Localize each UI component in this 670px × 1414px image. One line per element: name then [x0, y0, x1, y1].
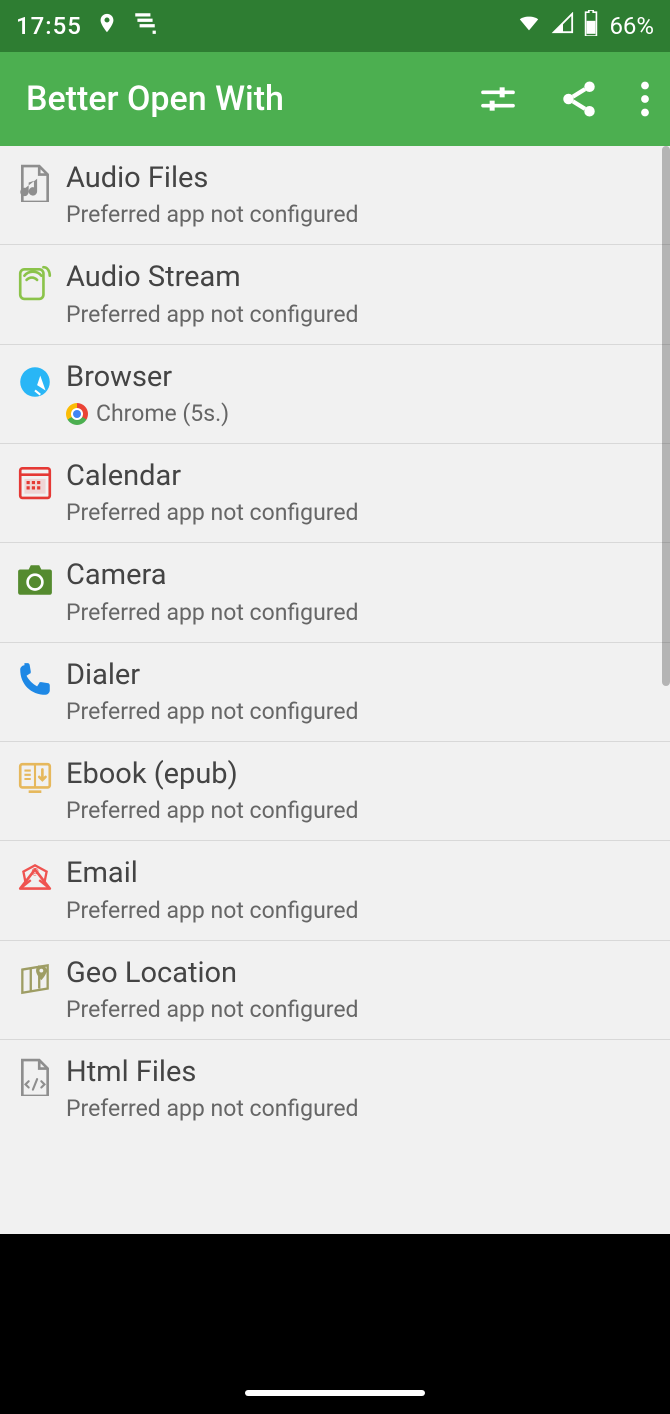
camera-icon	[10, 561, 60, 603]
list-item[interactable]: Camera Preferred app not configured	[0, 543, 670, 642]
overflow-menu-icon[interactable]	[640, 81, 650, 117]
chrome-icon	[66, 403, 88, 425]
battery-icon	[583, 10, 599, 42]
audio-stream-icon	[10, 263, 60, 305]
list-item-title: Ebook (epub)	[66, 758, 654, 791]
list-item-subtitle: Preferred app not configured	[66, 698, 654, 725]
category-list[interactable]: Audio FilesPreferred app not configuredA…	[0, 146, 670, 1234]
settings-sliders-icon[interactable]	[478, 79, 518, 119]
list-item-subtitle: Preferred app not configured	[66, 1095, 654, 1122]
list-item[interactable]: Browser Chrome (5s.)	[0, 345, 670, 444]
ebook-icon	[10, 760, 60, 802]
list-item[interactable]: Dialer Preferred app not configured	[0, 643, 670, 742]
list-item[interactable]: Audio Stream Preferred app not configured	[0, 245, 670, 344]
list-item-subtitle: Preferred app not configured	[66, 301, 654, 328]
dialer-icon	[10, 661, 60, 703]
status-time: 17:55	[16, 12, 82, 40]
audio-file-icon	[10, 164, 60, 206]
list-item-title: Audio Files	[66, 162, 654, 195]
list-item-subtitle: Preferred app not configured	[66, 599, 654, 626]
cards-icon	[132, 10, 158, 42]
list-item-subtitle: Preferred app not configured	[66, 897, 654, 924]
list-item-title: Audio Stream	[66, 261, 654, 294]
list-item-title: Dialer	[66, 659, 654, 692]
geo-icon	[10, 959, 60, 1001]
battery-percent: 66%	[609, 12, 654, 40]
list-item[interactable]: Audio Files Preferred app not configured	[0, 146, 670, 245]
list-item-title: Browser	[66, 361, 654, 394]
list-item-title: Geo Location	[66, 957, 654, 990]
gesture-handle[interactable]	[245, 1390, 425, 1396]
list-item-subtitle: Preferred app not configured	[66, 996, 654, 1023]
navigation-bar	[0, 1234, 670, 1414]
wifi-icon	[515, 12, 543, 40]
list-item-subtitle: Preferred app not configured	[66, 499, 654, 526]
list-item[interactable]: Email Preferred app not configured	[0, 841, 670, 940]
list-item-subtitle: Chrome (5s.)	[66, 400, 654, 427]
list-item-title: Html Files	[66, 1056, 654, 1089]
app-title: Better Open With	[26, 79, 478, 119]
list-item[interactable]: Html Files Preferred app not configured	[0, 1040, 670, 1138]
list-item[interactable]: Geo Location Preferred app not configured	[0, 941, 670, 1040]
calendar-icon	[10, 462, 60, 504]
list-item-title: Calendar	[66, 460, 654, 493]
browser-icon	[10, 363, 60, 405]
signal-icon	[551, 12, 575, 40]
list-item-subtitle: Preferred app not configured	[66, 201, 654, 228]
share-icon[interactable]	[558, 78, 600, 120]
list-item[interactable]: Ebook (epub) Preferred app not configured	[0, 742, 670, 841]
app-bar: Better Open With	[0, 52, 670, 146]
list-item-title: Camera	[66, 559, 654, 592]
html-file-icon	[10, 1058, 60, 1100]
scroll-indicator	[662, 146, 670, 686]
status-bar: 17:55 66%	[0, 0, 670, 52]
list-item-subtitle: Preferred app not configured	[66, 797, 654, 824]
location-icon	[96, 9, 118, 43]
email-icon	[10, 859, 60, 901]
list-item-title: Email	[66, 857, 654, 890]
list-item[interactable]: Calendar Preferred app not configured	[0, 444, 670, 543]
